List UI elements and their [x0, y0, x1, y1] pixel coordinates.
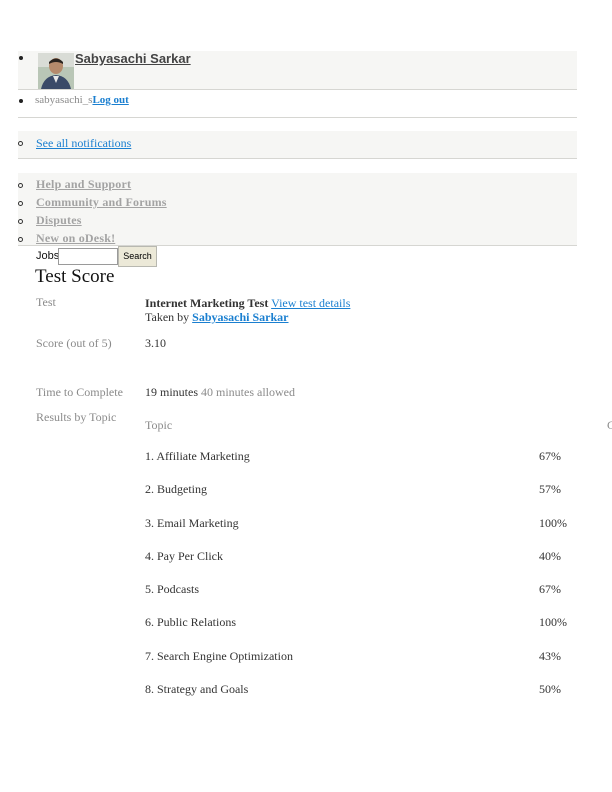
page-title: Test Score [35, 266, 115, 287]
topic-percent: 40% [539, 549, 561, 563]
topic-name: 3. Email Marketing [145, 516, 239, 530]
time-taken: 19 minutes [145, 385, 198, 399]
correct-column-header: C [607, 418, 612, 432]
time-allowed: 40 minutes allowed [201, 385, 295, 399]
jobs-search-label: Jobs [36, 250, 60, 262]
divider [18, 158, 577, 159]
taken-by: Taken by Sabyasachi Sarkar [145, 310, 289, 325]
table-row: 8. Strategy and Goals 50% [145, 682, 585, 700]
time-to-complete-label: Time to Complete [36, 385, 123, 399]
topic-name: 7. Search Engine Optimization [145, 649, 293, 663]
table-row: 3. Email Marketing 100% [145, 516, 585, 534]
topic-percent: 100% [539, 615, 567, 629]
help-and-support-link[interactable]: Help and Support [36, 177, 131, 192]
disputes-link[interactable]: Disputes [36, 213, 82, 228]
list-bullet [18, 237, 23, 242]
table-row: 1. Affiliate Marketing 67% [145, 449, 585, 467]
community-and-forums-link[interactable]: Community and Forums [36, 195, 167, 210]
list-bullet [19, 99, 23, 103]
table-row: 2. Budgeting 57% [145, 482, 585, 500]
topic-name: 1. Affiliate Marketing [145, 449, 250, 463]
topic-name: 4. Pay Per Click [145, 549, 223, 563]
profile-name-link[interactable]: Sabyasachi Sarkar [75, 51, 191, 66]
topic-percent: 100% [539, 516, 567, 530]
divider [18, 117, 577, 118]
view-test-details-link[interactable]: View test details [271, 296, 350, 310]
table-row: 4. Pay Per Click 40% [145, 549, 585, 567]
avatar-photo-icon [38, 53, 74, 89]
topic-percent: 50% [539, 682, 561, 696]
score-label: Score (out of 5) [36, 336, 112, 350]
search-input[interactable] [58, 248, 118, 265]
logout-link[interactable]: Log out [92, 94, 128, 106]
see-all-notifications-link[interactable]: See all notifications [36, 136, 131, 151]
time-value: 19 minutes 40 minutes allowed [145, 385, 295, 400]
test-value: Internet Marketing Test View test detail… [145, 296, 350, 311]
list-bullet [18, 201, 23, 206]
topic-name: 6. Public Relations [145, 615, 236, 629]
list-bullet [18, 141, 23, 146]
test-name: Internet Marketing Test [145, 296, 269, 310]
taken-by-prefix: Taken by [145, 310, 190, 324]
new-on-odesk-link[interactable]: New on oDesk! [36, 231, 115, 246]
username: sabyasachi_s [35, 94, 93, 106]
topic-percent: 57% [539, 482, 561, 496]
topic-percent: 43% [539, 649, 561, 663]
divider [18, 245, 577, 246]
table-row: 6. Public Relations 100% [145, 615, 585, 633]
topic-name: 8. Strategy and Goals [145, 682, 249, 696]
divider [18, 89, 577, 90]
topic-name: 2. Budgeting [145, 482, 207, 496]
search-button[interactable]: Search [118, 246, 157, 267]
topic-percent: 67% [539, 582, 561, 596]
topic-column-header: Topic [145, 418, 173, 432]
score-value: 3.10 [145, 336, 166, 350]
topic-name: 5. Podcasts [145, 582, 199, 596]
list-bullet [18, 219, 23, 224]
account-row: sabyasachi_sLog out [35, 94, 129, 106]
topic-percent: 67% [539, 449, 561, 463]
taken-by-name-link[interactable]: Sabyasachi Sarkar [192, 310, 288, 324]
list-bullet [19, 56, 23, 60]
table-row: 5. Podcasts 67% [145, 582, 585, 600]
results-by-topic-label: Results by Topic [36, 410, 117, 424]
table-row: 7. Search Engine Optimization 43% [145, 649, 585, 667]
list-bullet [18, 183, 23, 188]
test-label: Test [36, 295, 56, 309]
avatar[interactable] [38, 53, 74, 89]
